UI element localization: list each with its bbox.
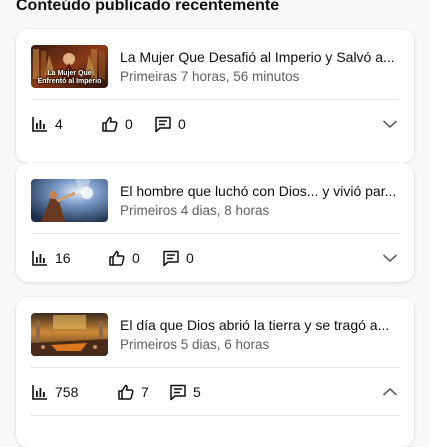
video-thumbnail[interactable]: La Mujer Que Enfrentó al Imperio — [31, 45, 108, 88]
bar-chart-icon — [32, 251, 47, 266]
content-card: La Mujer Que Enfrentó al Imperio La Muje… — [16, 29, 414, 163]
video-meta: Primeiros 4 dias, 8 horas — [120, 203, 270, 218]
divider — [31, 233, 399, 234]
views-count: 16 — [55, 250, 71, 266]
collapse-button[interactable] — [381, 382, 399, 402]
comments-stat: 0 — [154, 114, 186, 134]
views-stat: 758 — [31, 382, 78, 402]
likes-count: 7 — [141, 384, 149, 400]
bar-chart-icon — [32, 385, 47, 400]
thumbnail-caption: La Mujer Que Enfrentó al Imperio — [37, 70, 102, 85]
video-title[interactable]: La Mujer Que Desafió al Imperio y Salvó … — [120, 49, 402, 65]
likes-count: 0 — [132, 250, 140, 266]
video-meta: Primeiras 7 horas, 56 minutos — [120, 69, 300, 84]
comment-icon — [155, 116, 171, 133]
bar-chart-icon — [32, 117, 47, 132]
expand-button[interactable] — [381, 248, 399, 268]
video-title[interactable]: El día que Dios abrió la tierra y se tra… — [120, 317, 402, 333]
chevron-up-icon — [382, 387, 398, 396]
likes-stat: 0 — [108, 248, 140, 268]
comments-count: 0 — [186, 250, 194, 266]
likes-stat: 0 — [101, 114, 133, 134]
video-row[interactable]: La Mujer Que Enfrentó al Imperio La Muje… — [16, 29, 414, 99]
video-row[interactable]: El día que Dios abrió la tierra y se tra… — [16, 297, 414, 367]
divider — [31, 415, 399, 416]
views-stat: 16 — [31, 248, 71, 268]
stats-row: 4 0 0 — [31, 114, 399, 134]
likes-count: 0 — [125, 116, 133, 132]
comments-stat: 5 — [169, 382, 201, 402]
comments-count: 0 — [178, 116, 186, 132]
section-title: Conteúdo publicado recentemente — [16, 0, 280, 14]
content-card: El día que Dios abrió la tierra y se tra… — [16, 297, 414, 447]
chevron-down-icon — [382, 254, 398, 263]
video-title[interactable]: El hombre que luchó con Dios... y vivió … — [120, 183, 402, 199]
comments-count: 5 — [193, 384, 201, 400]
stats-row: 16 0 0 — [31, 248, 399, 268]
comment-icon — [170, 384, 186, 401]
views-count: 758 — [55, 384, 79, 400]
thumbs-up-icon — [102, 116, 118, 132]
video-thumbnail[interactable] — [31, 179, 108, 222]
divider — [31, 99, 399, 100]
chevron-down-icon — [382, 120, 398, 129]
video-meta: Primeiros 5 dias, 6 horas — [120, 337, 270, 352]
expand-button[interactable] — [381, 114, 399, 134]
video-thumbnail[interactable] — [31, 313, 108, 356]
divider — [31, 367, 399, 368]
comments-stat: 0 — [162, 248, 194, 268]
thumbs-up-icon — [118, 384, 134, 400]
views-stat: 4 — [31, 114, 63, 134]
likes-stat: 7 — [117, 382, 149, 402]
video-row[interactable]: El hombre que luchó con Dios... y vivió … — [16, 163, 414, 233]
thumbs-up-icon — [109, 250, 125, 266]
content-card: El hombre que luchó con Dios... y vivió … — [16, 163, 414, 282]
comment-icon — [163, 250, 179, 267]
stats-row: 758 7 5 — [31, 382, 399, 402]
views-count: 4 — [55, 116, 63, 132]
